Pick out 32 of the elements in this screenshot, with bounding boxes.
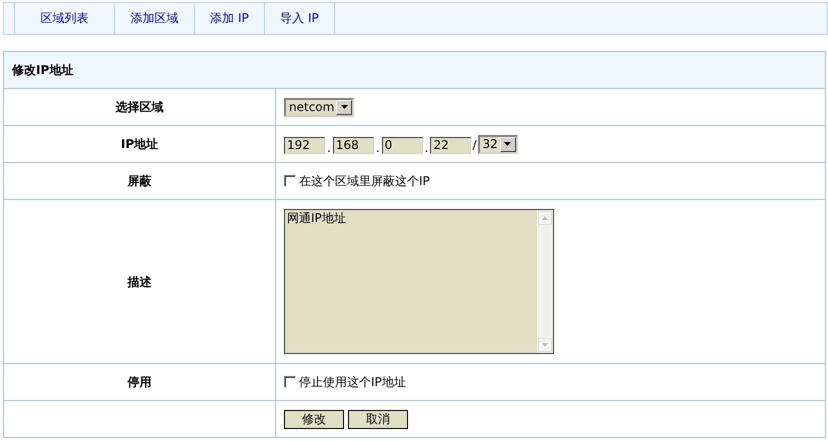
- field-label: IP地址: [120, 136, 158, 153]
- field-label: 屏蔽: [128, 173, 152, 190]
- scroll-down-icon: [538, 338, 552, 352]
- ip-octet-field[interactable]: 0: [382, 136, 423, 154]
- dot-separator: .: [326, 142, 332, 154]
- checkbox-label: 停止使用这个IP地址: [299, 374, 406, 391]
- ip-octet-field[interactable]: 22: [430, 136, 472, 154]
- scrollbar[interactable]: [537, 210, 553, 353]
- form-title: 修改IP地址: [12, 62, 74, 79]
- nav-tab[interactable]: 导入 IP: [265, 3, 335, 34]
- scroll-up-icon: [538, 211, 552, 225]
- prefix-select[interactable]: 32: [478, 134, 518, 154]
- description-field[interactable]: 网通IP地址: [284, 209, 554, 354]
- form-button[interactable]: 取消: [348, 410, 408, 428]
- dot-separator: .: [374, 142, 381, 154]
- caret-icon: [340, 105, 348, 109]
- form-button[interactable]: 修改: [284, 410, 344, 428]
- field-label: 描述: [128, 274, 152, 290]
- ip-octet-field[interactable]: 192: [284, 136, 325, 154]
- nav-tab[interactable]: 区域列表: [15, 3, 115, 34]
- dot-separator: .: [424, 142, 430, 154]
- caret-icon: [504, 142, 512, 146]
- checkbox-label: 在这个区域里屏蔽这个IP: [299, 173, 430, 190]
- field-label: 选择区域: [116, 99, 164, 116]
- slash-separator: /: [471, 136, 478, 154]
- nav-tab[interactable]: 添加 IP: [195, 3, 265, 34]
- region-select[interactable]: netcom: [284, 98, 354, 116]
- field-label: 停用: [128, 374, 152, 391]
- ip-octet-field[interactable]: 168: [332, 136, 374, 154]
- dropdown-button[interactable]: [336, 100, 352, 114]
- dropdown-button[interactable]: [500, 136, 516, 152]
- nav-tab[interactable]: 添加区域: [115, 3, 195, 34]
